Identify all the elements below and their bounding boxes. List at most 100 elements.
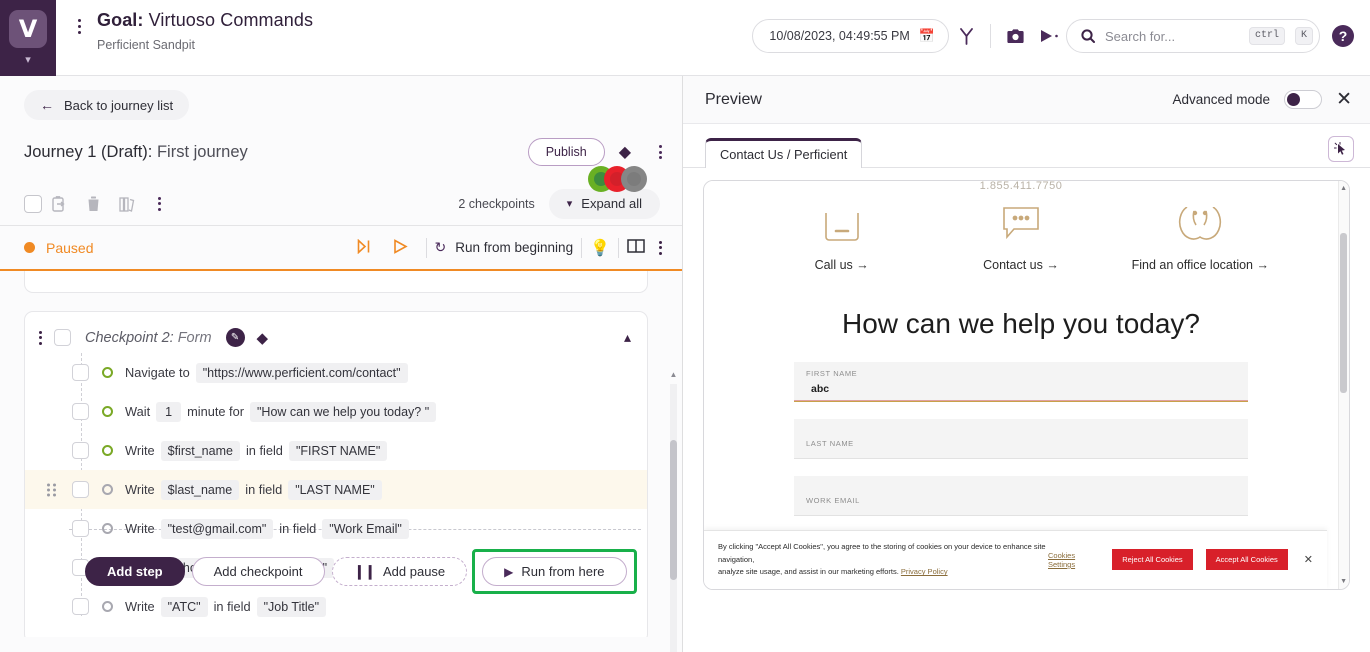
step-row[interactable]: Write $last_name in field "LAST NAME" — [25, 470, 647, 509]
datetime-picker[interactable]: 10/08/2023, 04:49:55 PM 📅 — [752, 19, 949, 53]
scroll-up-arrow-icon[interactable]: ▲ — [669, 370, 678, 379]
step-status-dot — [102, 406, 113, 417]
journey-actions: Publish ◆ — [527, 138, 662, 166]
toolbar-right: 2 checkpoints ▾ Expand all — [458, 188, 660, 219]
branch-icon[interactable] — [949, 19, 983, 53]
status-indicator-dot — [24, 242, 35, 253]
scroll-down-arrow-icon[interactable]: ▼ — [1340, 578, 1347, 585]
collapse-chevron-up-icon[interactable]: ▴ — [624, 329, 631, 346]
step-row[interactable]: Navigate to "https://www.perficient.com/… — [25, 353, 647, 392]
checkpoint-menu-button[interactable] — [39, 330, 42, 345]
step-connector: in field — [245, 443, 283, 458]
scroll-up-arrow-icon[interactable]: ▲ — [1340, 185, 1347, 192]
app-logo[interactable]: V ▾ — [0, 0, 56, 76]
step-value: $last_name — [160, 479, 240, 500]
run-menu-button[interactable] — [659, 240, 662, 255]
chevron-down-icon[interactable]: ▾ — [25, 53, 31, 66]
first-name-field[interactable]: FIRST NAME abc — [794, 361, 1248, 402]
checkpoint-card: Checkpoint 2: Form ✎ ◆ ▴ Navigate to "ht… — [24, 311, 648, 637]
journey-menu-button[interactable] — [659, 145, 662, 159]
step-status-dot — [102, 523, 113, 534]
cursor-select-icon[interactable] — [1328, 136, 1354, 162]
quick-link-find-office[interactable]: Find an office location → — [1125, 187, 1275, 274]
top-bar: V ▾ Goal: Virtuoso Commands Perficient S… — [0, 0, 1370, 76]
virtuoso-logo-icon: V — [9, 10, 47, 48]
step-over-icon[interactable] — [348, 238, 384, 257]
step-checkbox[interactable] — [72, 598, 89, 615]
step-row[interactable]: Write $first_name in field "FIRST NAME" — [25, 431, 647, 470]
add-checkpoint-button[interactable]: Add checkpoint — [191, 557, 325, 586]
step-status-dot — [102, 367, 113, 378]
divider — [581, 237, 583, 258]
expand-all-button[interactable]: ▾ Expand all — [548, 188, 660, 219]
tag-icon[interactable]: ◆ — [257, 329, 269, 347]
quick-link-label: Contact us → — [983, 258, 1059, 272]
environment-status-dots[interactable] — [588, 166, 650, 192]
step-checkbox[interactable] — [72, 403, 89, 420]
play-icon[interactable] — [384, 238, 418, 257]
quick-link-label: Call us → — [814, 258, 869, 272]
last-name-field[interactable]: LAST NAME — [794, 418, 1248, 459]
step-field: "Job Title" — [256, 596, 327, 617]
help-icon[interactable]: ? — [1332, 25, 1354, 47]
page-title: Goal: Virtuoso Commands — [97, 10, 313, 31]
privacy-policy-link[interactable]: Privacy Policy — [901, 567, 948, 576]
site-heading: How can we help you today? — [842, 307, 1200, 339]
delete-icon[interactable] — [76, 191, 110, 217]
step-text: Write "test@gmail.com" in field "Work Em… — [125, 518, 409, 539]
tab-contact-us-perficient[interactable]: Contact Us / Perficient — [705, 138, 863, 168]
step-text: Write "ATC" in field "Job Title" — [125, 596, 327, 617]
back-to-journey-list-button[interactable]: ← Back to journey list — [24, 90, 190, 120]
step-status-dot — [102, 601, 113, 612]
run-play-icon[interactable] — [1032, 19, 1066, 53]
lightbulb-icon[interactable]: 💡 — [590, 238, 610, 258]
add-step-button[interactable]: Add step — [85, 557, 185, 586]
step-checkbox[interactable] — [72, 481, 89, 498]
step-row[interactable]: Wait 1 minute for "How can we help you t… — [25, 392, 647, 431]
close-icon[interactable]: ✕ — [1336, 90, 1352, 109]
step-checkbox[interactable] — [72, 364, 89, 381]
step-checkbox[interactable] — [72, 520, 89, 537]
preview-scrollbar[interactable]: ▲ ▼ — [1338, 181, 1349, 589]
previous-checkpoint-card-stub — [24, 271, 648, 293]
more-actions-button[interactable] — [158, 196, 161, 211]
drag-handle-icon[interactable] — [47, 483, 56, 496]
edit-pencil-icon[interactable]: ✎ — [225, 328, 245, 347]
goal-prefix-label: Goal: — [97, 10, 144, 30]
run-from-here-button[interactable]: ▶ Run from here — [482, 557, 627, 586]
top-bar-actions: 10/08/2023, 04:49:55 PM 📅 Search for... … — [752, 0, 1370, 53]
scrollbar-thumb[interactable] — [670, 440, 677, 580]
work-email-field[interactable]: WORK EMAIL — [794, 475, 1248, 516]
camera-icon[interactable] — [998, 19, 1032, 53]
step-checkbox[interactable] — [72, 442, 89, 459]
field-label: LAST NAME — [806, 438, 854, 448]
run-from-beginning-button[interactable]: ↻ Run from beginning — [435, 239, 574, 256]
cookies-settings-link[interactable]: Cookies Settings — [1048, 551, 1099, 569]
add-pause-button[interactable]: ❙❙ Add pause — [331, 557, 468, 586]
copy-icon[interactable] — [42, 191, 76, 217]
calendar-icon[interactable]: 📅 — [919, 28, 935, 44]
library-icon[interactable] — [110, 191, 144, 217]
tag-icon[interactable]: ◆ — [619, 142, 631, 162]
advanced-mode-toggle[interactable] — [1284, 90, 1323, 109]
quick-link-call-us[interactable]: Call us → — [767, 187, 917, 274]
checkpoint-checkbox[interactable] — [54, 329, 71, 346]
accept-all-cookies-button[interactable]: Accept All Cookies — [1205, 549, 1288, 571]
close-icon[interactable]: ✕ — [1304, 553, 1313, 566]
quick-link-contact-us[interactable]: Contact us → — [946, 187, 1096, 274]
journey-scrollbar[interactable]: ▲ ▼ — [669, 370, 678, 652]
scrollbar-thumb[interactable] — [1340, 233, 1347, 393]
datetime-value: 10/08/2023, 04:49:55 PM — [769, 29, 910, 43]
select-all-checkbox[interactable] — [24, 194, 42, 213]
goal-menu-button[interactable] — [78, 10, 81, 52]
publish-button[interactable]: Publish — [527, 138, 605, 166]
reject-all-cookies-button[interactable]: Reject All Cookies — [1112, 549, 1193, 571]
globe-people-icon — [1125, 187, 1275, 245]
step-row[interactable]: Write "test@gmail.com" in field "Work Em… — [25, 509, 647, 548]
search-input[interactable]: Search for... ctrl K — [1066, 19, 1320, 53]
toolbar-divider — [990, 24, 991, 48]
split-view-icon[interactable] — [627, 238, 645, 257]
step-status-dot — [102, 445, 113, 456]
step-field: "LAST NAME" — [288, 479, 382, 500]
search-placeholder: Search for... — [1105, 28, 1176, 44]
